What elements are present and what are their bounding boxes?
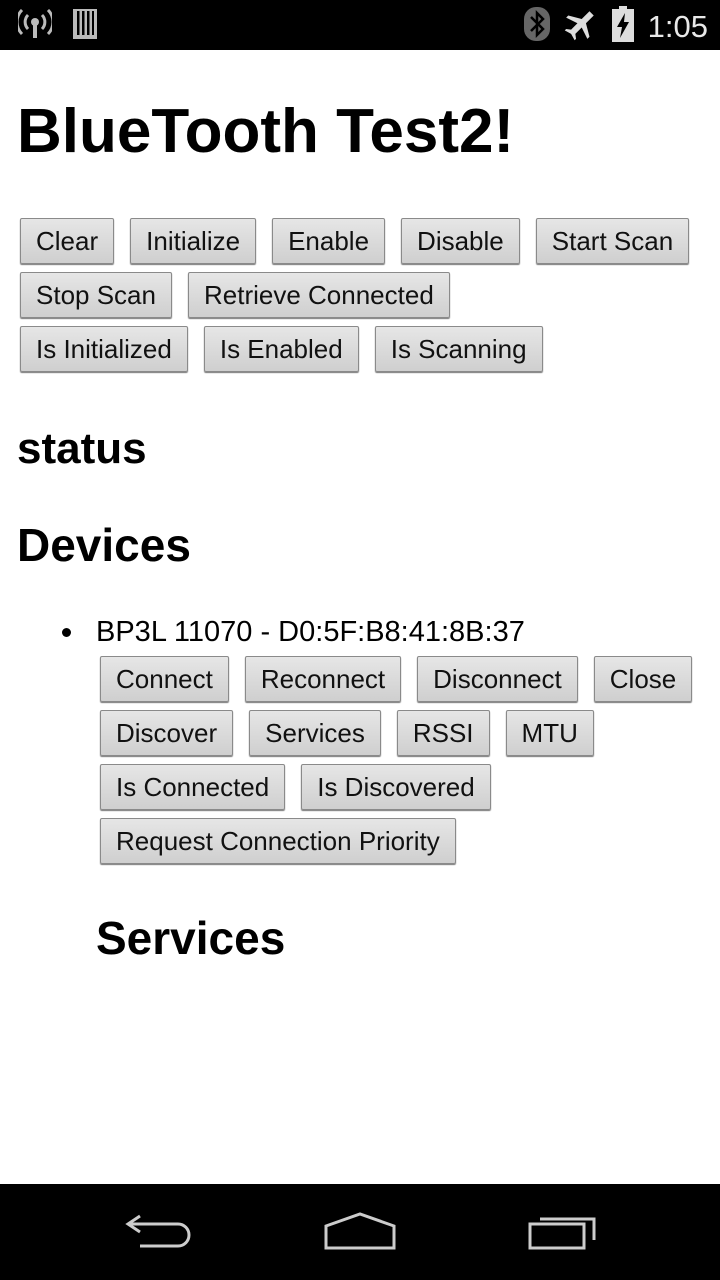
bluetooth-icon (523, 7, 550, 46)
sd-card-icon (72, 8, 98, 45)
button-row-1: Clear Initialize Enable Disable Start Sc… (20, 218, 690, 264)
wifi-hotspot-icon (15, 8, 55, 44)
reconnect-button[interactable]: Reconnect (244, 656, 402, 702)
back-icon[interactable] (124, 1210, 196, 1255)
page-title: BlueTooth Test2! (17, 97, 515, 166)
device-actions-row-4: Request Connection Priority (100, 818, 456, 864)
enable-button[interactable]: Enable (272, 218, 386, 264)
app-content: BlueTooth Test2! Clear Initialize Enable… (0, 50, 720, 1184)
battery-charging-icon (611, 6, 634, 47)
is-discovered-button[interactable]: Is Discovered (301, 764, 491, 810)
discover-button[interactable]: Discover (100, 710, 234, 756)
device-name: BP3L 11070 - D0:5F:B8:41:8B:37 (96, 616, 525, 648)
button-row-3: Is Initialized Is Enabled Is Scanning (20, 326, 543, 372)
is-initialized-button[interactable]: Is Initialized (20, 326, 188, 372)
is-connected-button[interactable]: Is Connected (100, 764, 286, 810)
clock: 1:05 (647, 8, 708, 44)
initialize-button[interactable]: Initialize (130, 218, 257, 264)
device-actions-row-2: Discover Services RSSI MTU (100, 710, 594, 756)
button-row-2: Stop Scan Retrieve Connected (20, 272, 450, 318)
device-actions-row-3: Is Connected Is Discovered (100, 764, 491, 810)
device-list-item: BP3L 11070 - D0:5F:B8:41:8B:37 (62, 614, 525, 650)
clear-button[interactable]: Clear (20, 218, 115, 264)
request-connection-priority-button[interactable]: Request Connection Priority (100, 818, 456, 864)
device-actions-row-1: Connect Reconnect Disconnect Close (100, 656, 693, 702)
status-text: status (17, 424, 147, 473)
devices-heading: Devices (17, 519, 191, 571)
rssi-button[interactable]: RSSI (396, 710, 490, 756)
is-enabled-button[interactable]: Is Enabled (203, 326, 359, 372)
start-scan-button[interactable]: Start Scan (535, 218, 690, 264)
navigation-bar (0, 1184, 720, 1280)
connect-button[interactable]: Connect (100, 656, 229, 702)
is-scanning-button[interactable]: Is Scanning (374, 326, 543, 372)
status-bar: 1:05 (0, 0, 720, 50)
disconnect-button[interactable]: Disconnect (417, 656, 578, 702)
disable-button[interactable]: Disable (401, 218, 520, 264)
mtu-button[interactable]: MTU (505, 710, 594, 756)
stop-scan-button[interactable]: Stop Scan (20, 272, 172, 318)
bullet (62, 627, 71, 637)
home-icon[interactable] (322, 1210, 398, 1257)
airplane-mode-icon (564, 7, 598, 46)
services-button[interactable]: Services (249, 710, 381, 756)
retrieve-connected-button[interactable]: Retrieve Connected (187, 272, 450, 318)
close-button[interactable]: Close (593, 656, 693, 702)
services-heading: Services (96, 912, 286, 964)
recent-apps-icon[interactable] (526, 1210, 598, 1257)
